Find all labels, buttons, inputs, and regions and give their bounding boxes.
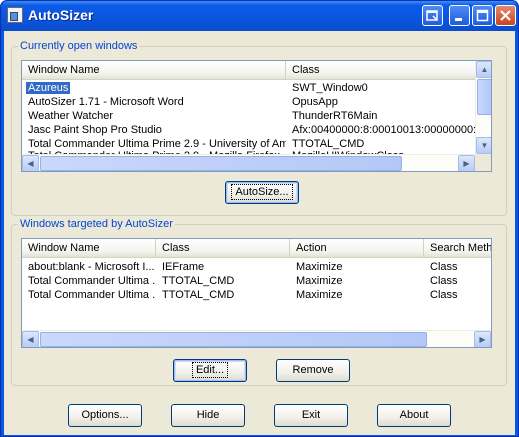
scroll-right-button[interactable]: ▶ [458,155,475,171]
open-windows-group: Currently open windows Window Name Class… [11,40,507,216]
targeted-windows-header: Window Name Class Action Search Metho [22,239,491,258]
search-method-cell: Class [430,289,458,301]
hide-button[interactable]: Hide [171,404,245,427]
open-windows-header: Window Name Class [22,61,491,80]
close-icon [500,10,511,21]
remove-button-label: Remove [292,364,334,376]
scroll-left-button[interactable]: ◀ [22,331,39,347]
targeted-windows-group-label: Windows targeted by AutoSizer [18,218,175,230]
class-cell: Afx:00400000:8:00010013:00000000:0 [292,124,476,136]
about-button[interactable]: About [377,404,451,427]
search-method-cell: Class [430,275,458,287]
list-item[interactable]: Weather Watcher [22,109,286,123]
scroll-up-button[interactable]: ▲ [476,61,491,78]
open-windows-group-label: Currently open windows [18,40,140,52]
open-windows-horizontal-scrollbar[interactable]: ◀ ▶ [22,154,475,171]
scroll-down-button[interactable]: ▼ [476,137,491,154]
autosize-button-label: AutoSize... [231,184,293,200]
column-header-window-name[interactable]: Window Name [22,61,286,80]
window-title: AutoSizer [28,7,94,23]
exit-button[interactable]: Exit [274,404,348,427]
list-item[interactable]: Azureus [22,81,286,95]
targeted-windows-group: Windows targeted by AutoSizer Window Nam… [11,218,507,386]
options-button[interactable]: Options... [68,404,142,427]
scroll-right-button[interactable]: ▶ [474,331,491,347]
close-button[interactable] [495,5,516,26]
column-header-search-method[interactable]: Search Metho [424,239,491,258]
hide-button-label: Hide [196,409,220,421]
scroll-thumb[interactable] [40,332,427,347]
column-header-class[interactable]: Class [286,61,476,80]
restore-window-button[interactable] [422,5,443,26]
action-cell: Maximize [296,289,343,301]
window-client-area: Currently open windows Window Name Class… [4,31,515,435]
search-method-cell: Class [430,261,458,273]
window-restore-icon [426,10,438,21]
list-item[interactable]: Total Commander Ultima ... [22,274,156,288]
minimize-button[interactable] [449,5,470,26]
class-cell: IEFrame [162,261,205,273]
targeted-windows-horizontal-scrollbar[interactable]: ◀ ▶ [22,330,491,347]
class-cell: ThunderRT6Main [292,110,378,122]
class-cell: SWT_Window0 [292,82,368,94]
edit-button[interactable]: Edit... [173,359,247,382]
scroll-left-button[interactable]: ◀ [22,155,39,171]
about-button-label: About [399,409,429,421]
minimize-icon [455,18,462,21]
open-windows-list[interactable]: Window Name Class Azureus SWT_Window0 Au… [21,60,492,172]
column-header-class[interactable]: Class [156,239,290,258]
class-cell: TTOTAL_CMD [162,275,235,287]
exit-button-label: Exit [301,409,321,421]
class-cell: OpusApp [292,96,338,108]
list-item[interactable]: Total Commander Ultima ... [22,288,156,302]
options-button-label: Options... [81,409,129,421]
autosize-button[interactable]: AutoSize... [225,181,299,204]
app-window: AutoSizer Currently open windows Window … [0,0,519,437]
list-item[interactable]: about:blank - Microsoft I... [22,260,156,274]
remove-button[interactable]: Remove [276,359,350,382]
edit-button-label: Edit... [191,362,229,378]
column-header-window-name[interactable]: Window Name [22,239,156,258]
column-header-action[interactable]: Action [290,239,424,258]
maximize-button[interactable] [472,5,493,26]
maximize-icon [476,9,489,22]
class-cell: TTOTAL_CMD [162,289,235,301]
window-name-cell: Azureus [26,82,71,94]
app-icon[interactable] [7,7,23,23]
scrollbar-corner [475,154,491,171]
open-windows-vertical-scrollbar[interactable]: ▲ ▼ [475,61,491,154]
list-item[interactable]: AutoSizer 1.71 - Microsoft Word [22,95,286,109]
action-cell: Maximize [296,261,343,273]
title-bar[interactable]: AutoSizer [1,1,518,31]
list-item[interactable]: Jasc Paint Shop Pro Studio [22,123,286,137]
scroll-thumb[interactable] [40,156,402,171]
scroll-thumb[interactable] [477,79,491,115]
targeted-windows-list[interactable]: Window Name Class Action Search Metho ab… [21,238,492,348]
action-cell: Maximize [296,275,343,287]
